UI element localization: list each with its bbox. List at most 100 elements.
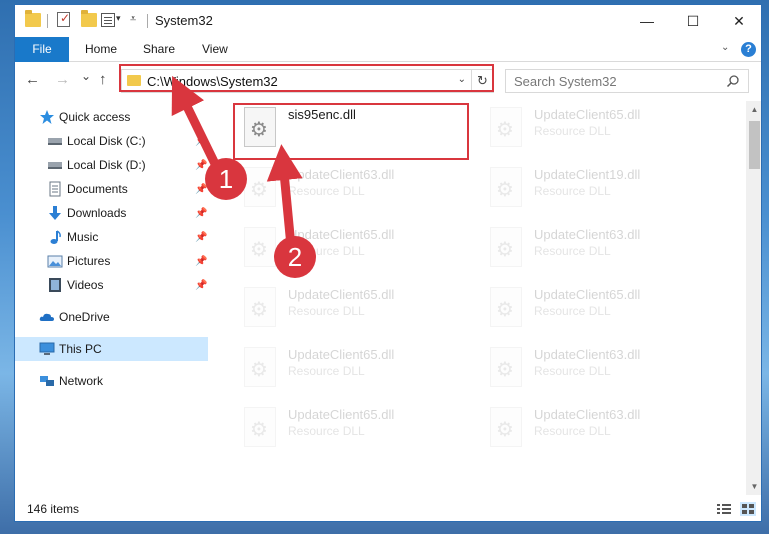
scroll-down-arrow[interactable]: ▼ (746, 478, 761, 495)
forward-button[interactable]: → (55, 71, 70, 88)
drive-icon (48, 162, 62, 169)
sidebar-item-label: Videos (67, 278, 104, 292)
sidebar-item-videos[interactable]: Videos 📌 (15, 273, 208, 297)
dll-file-icon (244, 227, 276, 267)
sidebar-item-network[interactable]: Network (15, 369, 208, 393)
address-bar-highlight (119, 64, 494, 92)
sidebar-item-this-pc[interactable]: This PC (15, 337, 208, 361)
pin-icon[interactable]: 📌 (195, 256, 207, 267)
sidebar-item-onedrive[interactable]: OneDrive (15, 305, 208, 329)
file-item[interactable]: UpdateClient65.dll Resource DLL (236, 403, 476, 459)
vertical-scrollbar[interactable]: ▲ ▼ (746, 101, 761, 495)
search-input[interactable] (514, 73, 714, 89)
file-item[interactable]: UpdateClient65.dll Resource DLL (482, 103, 722, 159)
help-icon[interactable]: ? (741, 42, 756, 57)
sidebar-item-quick-access[interactable]: Quick access (15, 105, 208, 129)
window-title: System32 (155, 13, 213, 28)
sidebar-item-documents[interactable]: Documents 📌 (15, 177, 208, 201)
search-box[interactable] (505, 69, 749, 93)
view-properties-icon[interactable] (101, 13, 115, 27)
dll-file-icon (244, 287, 276, 327)
dll-file-icon (490, 347, 522, 387)
properties-check-icon[interactable] (57, 11, 70, 27)
file-item[interactable]: UpdateClient65.dll Resource DLL (236, 283, 476, 339)
file-type: Resource DLL (534, 304, 611, 318)
pin-icon[interactable]: 📌 (195, 232, 207, 243)
folder-icon (25, 10, 41, 27)
toolbar-separator (147, 14, 148, 28)
expand-ribbon-icon[interactable]: ⌄ (721, 42, 729, 53)
large-icons-view-icon[interactable] (740, 502, 756, 516)
file-item[interactable]: UpdateClient65.dll Resource DLL (236, 223, 476, 279)
recent-locations-button[interactable]: ⌄ (81, 69, 91, 83)
file-name: UpdateClient63.dll (534, 407, 641, 422)
quick-access-dropdown-icon[interactable]: ▾ (116, 13, 121, 24)
tab-share[interactable]: Share (131, 37, 187, 62)
pin-icon[interactable]: 📌 (195, 208, 207, 219)
file-name: UpdateClient65.dll (288, 407, 395, 422)
file-type: Resource DLL (534, 124, 611, 138)
network-icon (40, 376, 54, 386)
file-type: Resource DLL (534, 364, 611, 378)
close-button[interactable]: ✕ (716, 5, 761, 37)
file-name: UpdateClient63.dll (534, 347, 641, 362)
file-type: Resource DLL (534, 184, 611, 198)
file-highlight (233, 103, 469, 160)
dll-file-icon (490, 287, 522, 327)
dll-file-icon (490, 107, 522, 147)
scroll-up-arrow[interactable]: ▲ (746, 101, 761, 118)
file-type: Resource DLL (534, 424, 611, 438)
music-icon (50, 230, 61, 244)
new-folder-icon[interactable] (81, 10, 97, 27)
pin-icon[interactable]: 📌 (195, 136, 207, 147)
videos-icon (49, 278, 61, 292)
sidebar-item-music[interactable]: Music 📌 (15, 225, 208, 249)
details-view-icon[interactable] (716, 502, 732, 516)
file-type: Resource DLL (288, 184, 365, 198)
dll-file-icon (490, 167, 522, 207)
search-icon[interactable] (726, 74, 740, 88)
file-item[interactable]: UpdateClient65.dll Resource DLL (236, 343, 476, 399)
file-name: UpdateClient65.dll (534, 287, 641, 302)
file-item[interactable]: UpdateClient63.dll Resource DLL (482, 403, 722, 459)
sidebar-item-label: OneDrive (59, 310, 110, 324)
dll-file-icon (244, 407, 276, 447)
sidebar-item-downloads[interactable]: Downloads 📌 (15, 201, 208, 225)
sidebar-item-local-disk-c[interactable]: Local Disk (C:) 📌 (15, 129, 208, 153)
sidebar-item-label: Local Disk (C:) (67, 134, 146, 148)
minimize-button[interactable]: — (624, 5, 670, 37)
up-button[interactable]: ↑ (99, 71, 107, 88)
star-icon (40, 110, 54, 124)
file-name: UpdateClient19.dll (534, 167, 641, 182)
sidebar-item-pictures[interactable]: Pictures 📌 (15, 249, 208, 273)
customize-toolbar-icon[interactable]: ⩡ (130, 13, 136, 26)
file-item[interactable]: UpdateClient63.dll Resource DLL (482, 343, 722, 399)
file-name: UpdateClient65.dll (288, 347, 395, 362)
sidebar-item-label: Music (67, 230, 99, 244)
tab-view[interactable]: View (190, 37, 240, 62)
sidebar-item-label: This PC (59, 342, 102, 356)
sidebar-item-local-disk-d[interactable]: Local Disk (D:) 📌 (15, 153, 208, 177)
file-type: Resource DLL (288, 364, 365, 378)
dll-file-icon (244, 167, 276, 207)
file-item[interactable]: UpdateClient63.dll Resource DLL (482, 223, 722, 279)
file-item[interactable]: UpdateClient19.dll Resource DLL (482, 163, 722, 219)
title-bar: ▾ ⩡ System32 — ☐ ✕ (15, 5, 761, 37)
scrollbar-thumb[interactable] (749, 121, 760, 169)
pin-icon[interactable]: 📌 (195, 280, 207, 291)
navigation-pane: Quick access Local Disk (C:) 📌 Local Dis… (15, 101, 208, 495)
back-button[interactable]: ← (25, 71, 40, 88)
file-name: UpdateClient65.dll (534, 107, 641, 122)
file-name: UpdateClient63.dll (288, 167, 395, 182)
file-item[interactable]: UpdateClient65.dll Resource DLL (482, 283, 722, 339)
file-type: Resource DLL (534, 244, 611, 258)
tab-file[interactable]: File (15, 37, 69, 62)
file-type: Resource DLL (288, 304, 365, 318)
maximize-button[interactable]: ☐ (670, 5, 716, 37)
file-item[interactable]: UpdateClient63.dll Resource DLL (236, 163, 476, 219)
pin-icon[interactable]: 📌 (195, 160, 207, 171)
sidebar-item-label: Documents (67, 182, 128, 196)
tab-home[interactable]: Home (73, 37, 129, 62)
step-badge-2: 2 (274, 236, 316, 278)
sidebar-item-label: Quick access (59, 110, 131, 124)
